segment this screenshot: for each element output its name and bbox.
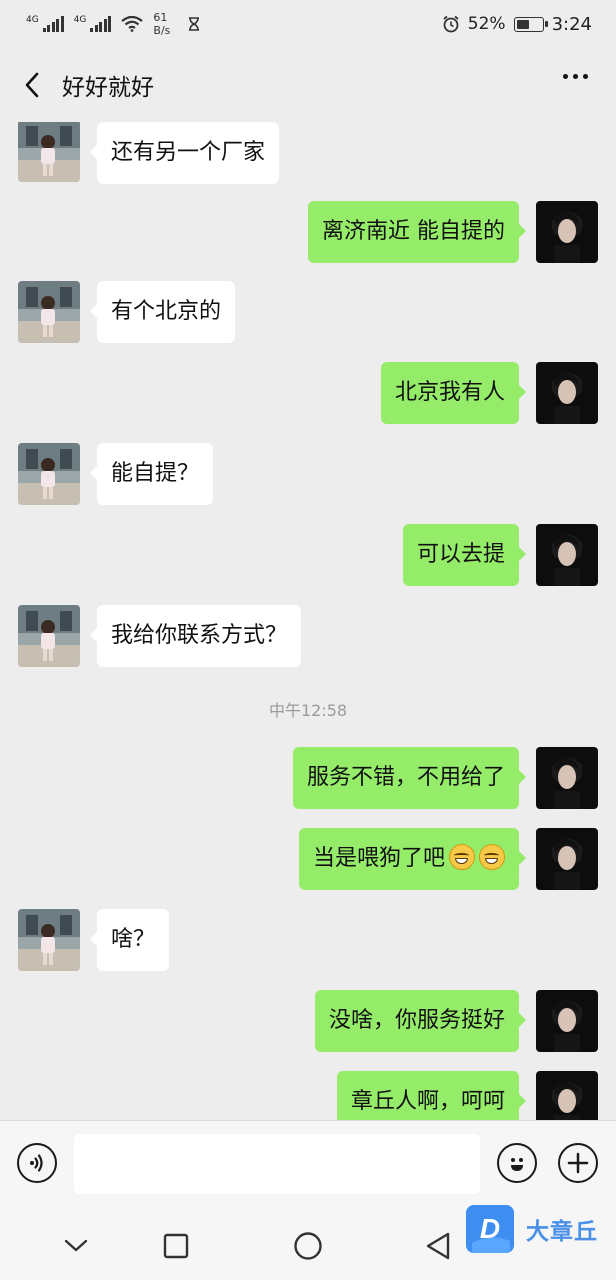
my-avatar[interactable]: [536, 990, 598, 1052]
plus-icon: [567, 1152, 589, 1174]
wechat-chat-screen: 4G 4G 61 B/s 52% 3:24 好好就好 还有另一个厂家 离济南近 …: [0, 0, 616, 1280]
my-avatar[interactable]: [536, 201, 598, 263]
message-list[interactable]: 还有另一个厂家 离济南近 能自提的 有个北京的 北京我有人 能自提？ 可以去提 …: [0, 122, 616, 1120]
network-speed: 61 B/s: [153, 11, 170, 37]
hourglass-icon: [189, 17, 200, 31]
grinning-face-emoji-icon: [479, 844, 505, 870]
message-input-bar: [0, 1120, 616, 1208]
message-text: 章丘人啊，呵呵: [350, 1089, 505, 1114]
battery-level: [516, 19, 529, 29]
message-text: 能自提？: [111, 461, 200, 486]
smiley-face-icon: [511, 1158, 523, 1171]
watermark-text: 大章丘: [526, 1219, 598, 1245]
chevron-down-icon: [64, 1239, 88, 1252]
friend-avatar[interactable]: [18, 909, 80, 971]
my-avatar[interactable]: [536, 524, 598, 586]
more-functions-button[interactable]: [558, 1143, 598, 1183]
more-options-button[interactable]: [563, 74, 588, 79]
my-avatar[interactable]: [536, 828, 598, 890]
message-bubble-sent[interactable]: 离济南近 能自提的: [308, 201, 526, 263]
message-text: 可以去提: [416, 542, 505, 567]
more-dot-icon: [563, 74, 568, 79]
my-avatar[interactable]: [536, 362, 598, 424]
message-bubble-received[interactable]: 还有另一个厂家: [89, 122, 280, 184]
voice-input-button[interactable]: [17, 1143, 57, 1183]
circle-icon: [294, 1232, 322, 1260]
message-text: 离济南近 能自提的: [322, 219, 505, 244]
message-text: 当是喂狗了吧: [312, 846, 445, 871]
message-text: 有个北京的: [111, 299, 222, 324]
battery-percent: 52%: [467, 14, 506, 34]
network-type-label: 4G: [26, 15, 39, 25]
network-type-label: 4G: [73, 15, 87, 25]
message-bubble-sent[interactable]: 当是喂狗了吧: [298, 828, 527, 890]
home-button[interactable]: [288, 1226, 328, 1266]
friend-avatar[interactable]: [18, 443, 80, 505]
message-bubble-sent[interactable]: 没啥，你服务挺好: [314, 990, 527, 1052]
status-bar: 4G 4G 61 B/s 52% 3:24: [0, 0, 616, 48]
friend-avatar[interactable]: [18, 281, 80, 343]
friend-avatar[interactable]: [18, 605, 80, 667]
my-avatar[interactable]: [536, 1071, 598, 1120]
voice-wave-icon: [30, 1154, 43, 1172]
my-avatar[interactable]: [536, 747, 598, 809]
message-bubble-received[interactable]: 能自提？: [89, 443, 214, 505]
wifi-icon: [121, 16, 144, 32]
watermark: D 大章丘: [466, 1205, 598, 1253]
triangle-back-icon: [426, 1232, 450, 1260]
message-bubble-sent[interactable]: 北京我有人: [380, 362, 527, 424]
chevron-left-icon: [25, 72, 39, 98]
message-text: 服务不错，不用给了: [306, 765, 505, 790]
message-text: 没啥，你服务挺好: [328, 1008, 505, 1033]
chat-header: 好好就好: [0, 48, 616, 122]
message-text: 我给你联系方式？: [111, 623, 288, 648]
message-bubble-received[interactable]: 啥？: [89, 909, 170, 971]
watermark-logo-icon: D: [466, 1205, 514, 1253]
watermark-logo-letter: D: [480, 1213, 500, 1244]
signal-strength-icon: 4G: [26, 16, 64, 32]
message-bubble-sent[interactable]: 可以去提: [402, 524, 527, 586]
emoji-picker-button[interactable]: [497, 1143, 537, 1183]
more-dot-icon: [573, 74, 578, 79]
message-text-input[interactable]: [74, 1134, 480, 1194]
friend-avatar[interactable]: [18, 122, 80, 182]
grinning-face-emoji-icon: [449, 844, 475, 870]
signal-strength-icon: 4G: [74, 16, 112, 32]
more-dot-icon: [583, 74, 588, 79]
square-icon: [163, 1233, 189, 1259]
message-text: 北京我有人: [394, 380, 505, 405]
message-bubble-sent[interactable]: 章丘人啊，呵呵: [336, 1071, 527, 1120]
alarm-clock-icon: [443, 15, 459, 33]
message-timestamp: 中午12:58: [268, 701, 348, 720]
network-speed-value: 61: [153, 11, 168, 24]
message-bubble-sent[interactable]: 服务不错，不用给了: [292, 747, 527, 809]
network-speed-unit: B/s: [153, 24, 171, 37]
chat-title: 好好就好: [62, 75, 154, 101]
back-button[interactable]: [12, 65, 52, 105]
clock-time: 3:24: [551, 13, 592, 35]
recent-apps-button[interactable]: [156, 1226, 196, 1266]
battery-icon: [513, 16, 548, 32]
message-bubble-received[interactable]: 我给你联系方式？: [89, 605, 302, 667]
back-nav-button[interactable]: [418, 1226, 458, 1266]
hide-keyboard-button[interactable]: [56, 1226, 96, 1266]
message-bubble-received[interactable]: 有个北京的: [89, 281, 236, 343]
message-text: 还有另一个厂家: [111, 140, 266, 165]
message-text: 啥？: [111, 927, 156, 952]
